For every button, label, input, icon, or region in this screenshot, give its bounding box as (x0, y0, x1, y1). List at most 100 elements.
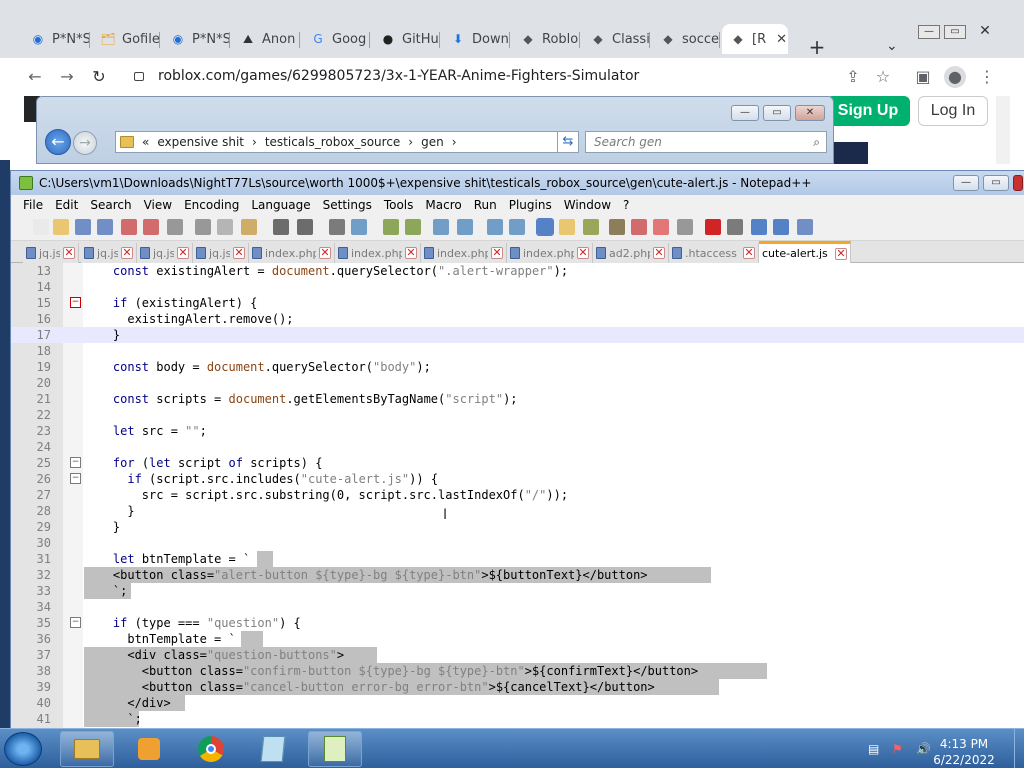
flag-icon[interactable]: ⚑ (892, 742, 903, 756)
browser-tab[interactable]: ● GitHu (372, 24, 440, 54)
close-tab-icon[interactable]: ✕ (405, 247, 417, 259)
forward-icon[interactable]: → (56, 66, 78, 88)
close-tab-icon[interactable]: ✕ (63, 247, 75, 259)
maximize-icon[interactable]: ▭ (763, 105, 791, 121)
maximize-icon[interactable]: ▭ (944, 25, 966, 39)
document-tab[interactable]: jq.js ✕ (193, 243, 249, 263)
document-tab[interactable]: cute-alert.js ✕ (759, 241, 851, 263)
search-icon[interactable]: ⌕ (813, 132, 820, 152)
code-line[interactable]: 27 src = script.src.substring(0, script.… (11, 487, 1024, 503)
code-line[interactable]: 37 <div class="question-buttons"> (11, 647, 1024, 663)
code-line[interactable]: 33 `; (11, 583, 1024, 599)
document-tab[interactable]: index.php ✕ (421, 243, 507, 263)
explorer-address-bar[interactable]: « expensive shit › testicals_robox_sourc… (115, 131, 575, 153)
close-tab-icon[interactable]: ✕ (835, 247, 847, 260)
code-line[interactable]: 29 } (11, 519, 1024, 535)
code-line[interactable]: 17 } (11, 327, 1024, 343)
code-line[interactable]: 13 const existingAlert = document.queryS… (11, 263, 1024, 279)
explorer-back-button[interactable]: ← (45, 129, 71, 155)
network-icon[interactable]: ▤ (868, 742, 879, 756)
replace-icon[interactable] (351, 219, 367, 235)
code-line[interactable]: 18 (11, 343, 1024, 359)
menu-item[interactable]: Tools (378, 198, 420, 212)
back-icon[interactable]: ← (24, 66, 46, 88)
document-tab[interactable]: .htaccess ✕ (669, 243, 759, 263)
close-tab-icon[interactable]: ✕ (776, 32, 787, 47)
save-all-icon[interactable] (97, 219, 113, 235)
document-tab[interactable]: jq.js ✕ (137, 243, 193, 263)
code-line[interactable]: 24 (11, 439, 1024, 455)
fold-toggle-icon[interactable]: − (70, 297, 81, 308)
tab-search-icon[interactable]: ⌄ (886, 38, 898, 54)
menu-kebab-icon[interactable]: ⋮ (976, 66, 998, 88)
code-line[interactable]: 36 btnTemplate = ` (11, 631, 1024, 647)
eye-icon[interactable] (677, 219, 693, 235)
code-line[interactable]: 16 existingAlert.remove(); (11, 311, 1024, 327)
menu-item[interactable]: ? (617, 198, 635, 212)
browser-tab[interactable]: ◉ P*N*S (162, 24, 230, 54)
menu-item[interactable]: Language (245, 198, 316, 212)
find-icon[interactable] (329, 219, 345, 235)
fold-toggle-icon[interactable]: − (70, 473, 81, 484)
redo-icon[interactable] (297, 219, 313, 235)
explorer-search-input[interactable]: Search gen ⌕ (585, 131, 827, 153)
media-player-taskbar-icon[interactable] (122, 731, 176, 767)
monitor-icon[interactable] (653, 219, 669, 235)
notepad-taskbar-icon[interactable] (246, 731, 300, 767)
menu-item[interactable]: Encoding (178, 198, 245, 212)
chrome-taskbar-icon[interactable] (184, 731, 238, 767)
stop-macro-icon[interactable] (727, 219, 743, 235)
maximize-icon[interactable]: ▭ (983, 175, 1009, 191)
url-input[interactable]: roblox.com/games/6299805723/3x-1-YEAR-An… (120, 62, 910, 90)
browser-tab[interactable]: ◆ Classi (582, 24, 650, 54)
menu-item[interactable]: Plugins (503, 198, 558, 212)
document-tab[interactable]: ad2.php ✕ (593, 243, 669, 263)
open-file-icon[interactable] (53, 219, 69, 235)
new-file-icon[interactable] (33, 219, 49, 235)
log-in-button[interactable]: Log In (918, 96, 988, 126)
close-tab-icon[interactable]: ✕ (177, 247, 189, 259)
close-tab-icon[interactable]: ✕ (653, 247, 665, 259)
function-list-icon[interactable] (609, 219, 625, 235)
clock-date[interactable]: 6/22/2022 (924, 753, 1004, 767)
menu-item[interactable]: Window (558, 198, 617, 212)
folder-workspace-icon[interactable] (631, 219, 647, 235)
minimize-icon[interactable]: — (918, 25, 940, 39)
bookmark-star-icon[interactable]: ☆ (872, 66, 894, 88)
close-icon[interactable] (121, 219, 137, 235)
doc-map-icon[interactable] (583, 219, 599, 235)
breadcrumb-item[interactable]: testicals_robox_source (265, 135, 400, 149)
code-line[interactable]: 20 (11, 375, 1024, 391)
save-icon[interactable] (75, 219, 91, 235)
code-editor[interactable]: 13 const existingAlert = document.queryS… (11, 263, 1024, 733)
code-line[interactable]: 28 } (11, 503, 1024, 519)
reload-icon[interactable]: ↻ (88, 66, 110, 88)
code-line[interactable]: 19 const body = document.querySelector("… (11, 359, 1024, 375)
sign-up-button[interactable]: Sign Up (826, 96, 910, 126)
indent-guide-icon[interactable] (536, 218, 554, 236)
browser-tab[interactable]: ⬇ Down (442, 24, 510, 54)
copy-icon[interactable] (217, 219, 233, 235)
code-line[interactable]: 26 if (script.src.includes("cute-alert.j… (11, 471, 1024, 487)
close-icon[interactable]: ✕ (795, 105, 825, 121)
code-line[interactable]: 14 (11, 279, 1024, 295)
minimize-icon[interactable]: — (953, 175, 979, 191)
close-tab-icon[interactable]: ✕ (121, 247, 133, 259)
zoom-out-icon[interactable] (405, 219, 421, 235)
code-line[interactable]: 40 </div> (11, 695, 1024, 711)
explorer-forward-button[interactable]: → (73, 131, 97, 155)
notepadpp-taskbar-icon[interactable] (308, 731, 362, 767)
all-chars-icon[interactable] (509, 219, 525, 235)
breadcrumb-item[interactable]: gen (421, 135, 444, 149)
code-line[interactable]: 21 const scripts = document.getElementsB… (11, 391, 1024, 407)
code-line[interactable]: 22 (11, 407, 1024, 423)
browser-tab[interactable]: ⛰ Anon (232, 24, 300, 54)
page-scrollbar[interactable] (996, 96, 1010, 164)
minimize-icon[interactable]: — (731, 105, 759, 121)
code-line[interactable]: 31 let btnTemplate = ` (11, 551, 1024, 567)
document-tab[interactable]: index.php ✕ (507, 243, 593, 263)
paste-icon[interactable] (241, 219, 257, 235)
profile-avatar-icon[interactable]: ● (944, 66, 966, 88)
code-line[interactable]: 41 `; (11, 711, 1024, 727)
menu-item[interactable]: Run (468, 198, 503, 212)
